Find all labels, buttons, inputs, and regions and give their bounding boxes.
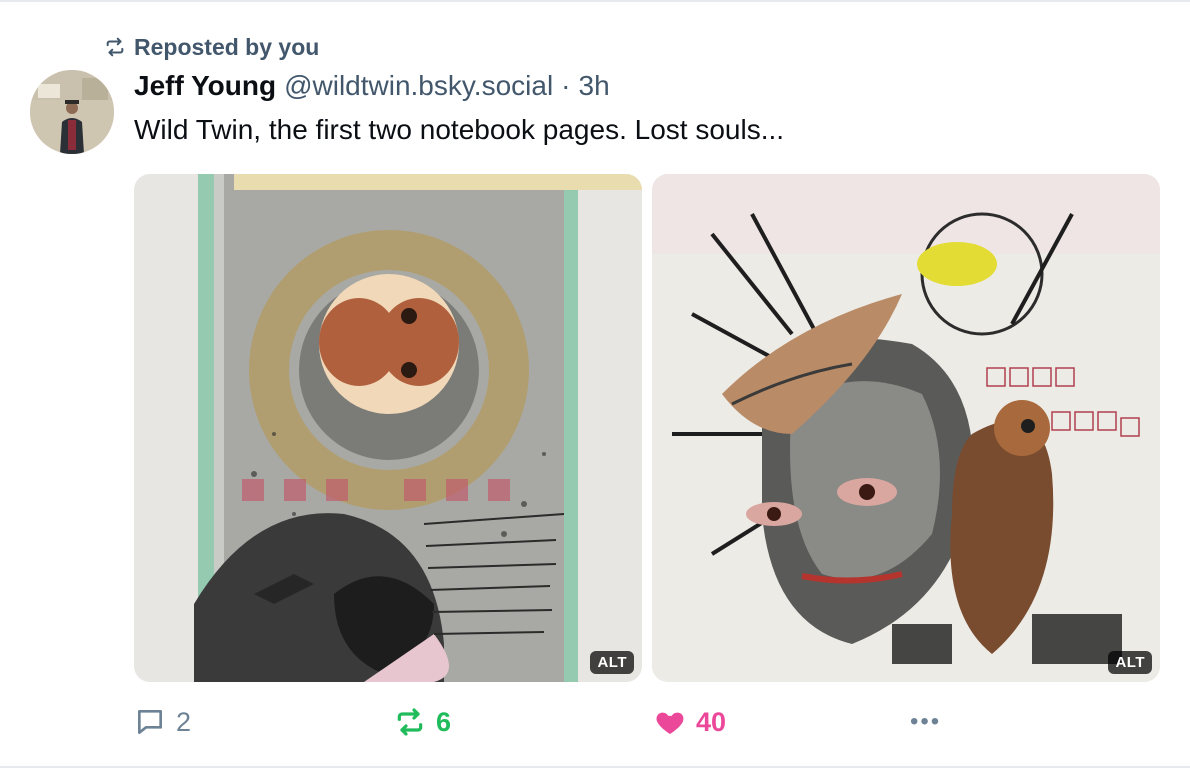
avatar[interactable] xyxy=(30,70,114,154)
like-button[interactable]: 40 xyxy=(654,700,726,744)
reply-button[interactable]: 2 xyxy=(134,700,191,744)
top-divider xyxy=(0,0,1190,2)
author-handle[interactable]: @wildtwin.bsky.social xyxy=(284,70,553,102)
more-options-button[interactable]: ••• xyxy=(910,700,941,744)
media-image-1[interactable]: ALT xyxy=(134,174,642,682)
repost-icon xyxy=(397,708,423,736)
repost-count: 6 xyxy=(436,706,452,737)
repost-button[interactable]: 6 xyxy=(394,700,451,744)
repost-banner-label: Reposted by you xyxy=(134,33,320,60)
media-image-2[interactable]: ALT xyxy=(652,174,1160,682)
heart-icon xyxy=(656,712,684,734)
comment-icon xyxy=(138,710,162,734)
repost-banner[interactable]: Reposted by you xyxy=(104,33,319,61)
separator-dot: · xyxy=(561,70,571,101)
post-header: Jeff Young @wildtwin.bsky.social · 3h xyxy=(134,70,610,110)
more-icon: ••• xyxy=(910,708,942,735)
post-time[interactable]: 3h xyxy=(579,70,610,102)
media-grid: ALT ALT xyxy=(134,174,1160,682)
collage-image-owl xyxy=(134,174,642,682)
post-actions: 2 6 40 ••• xyxy=(134,700,1160,744)
like-count: 40 xyxy=(696,706,727,737)
repost-icon xyxy=(106,37,124,57)
post-text: Wild Twin, the first two notebook pages.… xyxy=(134,114,785,145)
author-name[interactable]: Jeff Young xyxy=(134,70,276,102)
alt-badge[interactable]: ALT xyxy=(590,651,634,674)
bottom-divider xyxy=(0,766,1190,768)
reply-count: 2 xyxy=(176,706,192,737)
alt-badge[interactable]: ALT xyxy=(1108,651,1152,674)
collage-image-wild-twin xyxy=(652,174,1160,682)
